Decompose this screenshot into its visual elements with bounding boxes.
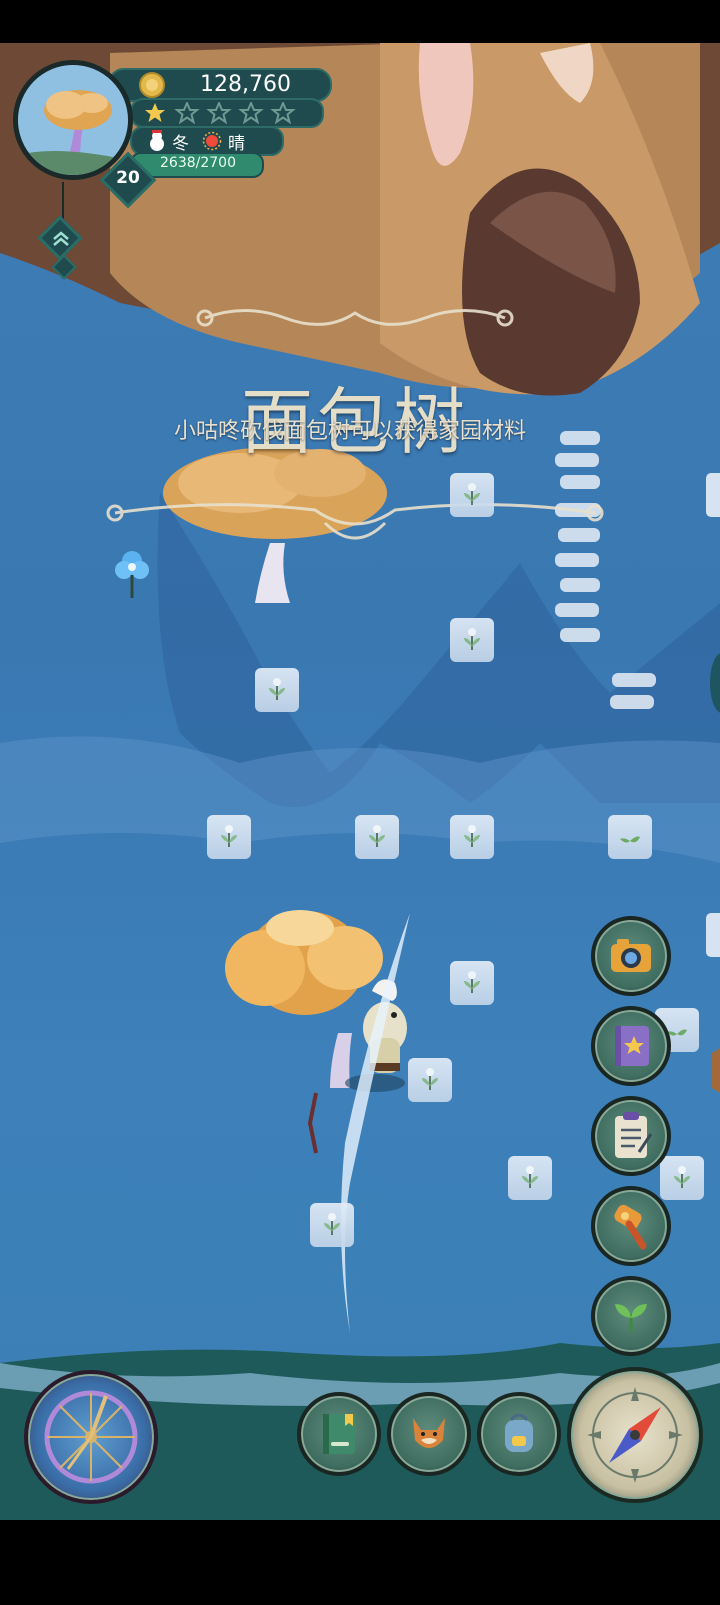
handbook-button[interactable] — [297, 1392, 381, 1476]
camera-icon — [611, 939, 651, 972]
sprout-ice-tile[interactable] — [450, 961, 494, 1005]
planting-button[interactable] — [591, 1276, 671, 1356]
xp-text: 2638/2700 — [160, 155, 236, 171]
clipboard-icon — [615, 1112, 653, 1158]
sprout-ice-tile[interactable] — [408, 1058, 452, 1102]
sprout-ice-tile[interactable] — [255, 668, 299, 712]
sun-icon — [202, 131, 222, 151]
chevron-double-up-icon — [53, 231, 69, 246]
weather-label: 晴 — [228, 134, 245, 154]
star-empty-icon — [174, 102, 200, 124]
wheel-clock-icon — [44, 1390, 138, 1484]
coin-value: 128,760 — [200, 72, 291, 97]
location-subtitle: 小咕咚砍伐面包树可以获得家园材料 — [173, 419, 526, 444]
star-empty-icon — [206, 102, 232, 124]
sprout-ice-tile[interactable] — [450, 815, 494, 859]
fox-icon — [413, 1418, 445, 1448]
bread-tree-avatar-icon — [18, 65, 128, 175]
coin-icon — [139, 72, 165, 98]
hammer-icon — [614, 1204, 647, 1250]
seedling-ice-tile[interactable] — [608, 815, 652, 859]
star-filled-icon — [145, 103, 165, 122]
pet-button[interactable] — [387, 1392, 471, 1476]
camera-button[interactable] — [591, 916, 671, 996]
sprout-ice-tile[interactable] — [508, 1156, 552, 1200]
sprout-ice-tile[interactable] — [310, 1203, 354, 1247]
star-empty-icon — [270, 102, 296, 124]
sprout-ice-tile[interactable] — [207, 815, 251, 859]
backpack-icon — [505, 1413, 533, 1452]
hammer-button[interactable] — [591, 1186, 671, 1266]
game-screen: 面包树 小咕咚砍伐面包树可以获得家园材料 128,760 冬 晴 2638/27… — [0, 0, 720, 1605]
star-book-icon — [615, 1026, 649, 1066]
clock-wheel-button[interactable] — [24, 1370, 158, 1504]
achievement-book-button[interactable] — [591, 1006, 671, 1086]
book-icon — [323, 1414, 355, 1454]
tasks-button[interactable] — [591, 1096, 671, 1176]
season-label: 冬 — [172, 134, 189, 154]
sprout-ice-tile[interactable] — [450, 618, 494, 662]
level-value: 20 — [116, 168, 140, 188]
star-rating — [130, 98, 324, 128]
snowman-icon — [150, 130, 164, 151]
backpack-button[interactable] — [477, 1392, 561, 1476]
sprout-ice-tile[interactable] — [450, 473, 494, 517]
hud-connector — [62, 182, 64, 220]
compass-icon — [587, 1387, 683, 1483]
rating-stars — [145, 102, 296, 124]
home-avatar[interactable] — [13, 60, 133, 180]
coin-counter: 128,760 — [108, 68, 332, 102]
star-empty-icon — [238, 102, 264, 124]
compass-button[interactable] — [567, 1367, 703, 1503]
sprout-icon — [615, 1304, 647, 1332]
sprout-ice-tile[interactable] — [355, 815, 399, 859]
